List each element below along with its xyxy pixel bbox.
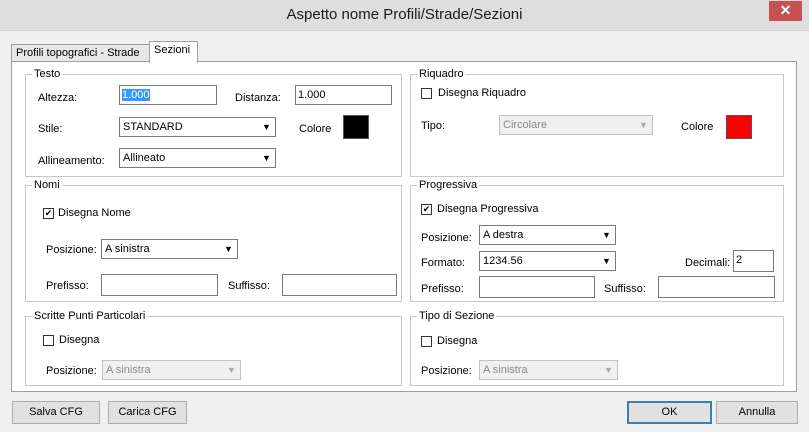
disegna-nome-checkbox[interactable]: ✔: [43, 208, 54, 219]
altezza-field[interactable]: 1.000: [119, 85, 217, 105]
allineamento-select[interactable]: Allineato ▼: [119, 148, 276, 168]
group-scritte-punti: Scritte Punti Particolari Disegna Posizi…: [25, 310, 402, 386]
disegna-progressiva-label: Disegna Progressiva: [437, 203, 539, 215]
tipo-sezione-posizione-label: Posizione:: [421, 365, 472, 377]
disegna-progressiva-checkbox[interactable]: ✔: [421, 204, 432, 215]
progressiva-posizione-label: Posizione:: [421, 232, 472, 244]
riquadro-colore-label: Colore: [681, 121, 714, 133]
nomi-posizione-label: Posizione:: [46, 244, 97, 256]
nomi-suffisso-field[interactable]: [282, 274, 397, 296]
chevron-down-icon[interactable]: ▼: [224, 362, 239, 378]
scritte-posizione-value: A sinistra: [106, 364, 151, 376]
tipo-sezione-disegna-label: Disegna: [437, 335, 478, 347]
group-scritte-legend: Scritte Punti Particolari: [32, 310, 148, 322]
tipo-label: Tipo:: [421, 120, 446, 132]
chevron-down-icon[interactable]: ▼: [259, 150, 274, 166]
disegna-nome-label: Disegna Nome: [58, 207, 131, 219]
formato-label: Formato:: [421, 257, 466, 269]
nomi-posizione-value: A sinistra: [105, 243, 150, 255]
chevron-down-icon[interactable]: ▼: [599, 227, 614, 243]
group-testo-legend: Testo: [32, 68, 63, 80]
chevron-down-icon[interactable]: ▼: [259, 119, 274, 135]
group-testo: Testo Altezza: 1.000 Distanza: 1.000 Sti…: [25, 68, 402, 177]
scritte-posizione-select[interactable]: A sinistra ▼: [102, 360, 241, 380]
disegna-riquadro-label: Disegna Riquadro: [438, 87, 527, 99]
group-progressiva: Progressiva ✔ Disegna Progressiva Posizi…: [410, 179, 784, 302]
progressiva-prefisso-field[interactable]: [479, 276, 595, 298]
tab-sezioni[interactable]: Sezioni: [149, 41, 198, 63]
title-bar: Aspetto nome Profili/Strade/Sezioni ✕: [0, 0, 809, 31]
nomi-prefisso-field[interactable]: [101, 274, 218, 296]
distanza-field[interactable]: 1.000: [295, 85, 392, 105]
formato-select[interactable]: 1234.56 ▼: [479, 251, 616, 271]
allineamento-value: Allineato: [123, 152, 166, 164]
stile-select[interactable]: STANDARD ▼: [119, 117, 276, 137]
chevron-down-icon[interactable]: ▼: [599, 253, 614, 269]
testo-colore-label: Colore: [299, 123, 332, 135]
decimali-label: Decimali:: [685, 257, 731, 269]
group-tipo-sezione: Tipo di Sezione Disegna Posizione: A sin…: [410, 310, 784, 386]
tipo-sezione-posizione-select[interactable]: A sinistra ▼: [479, 360, 618, 380]
carica-cfg-button[interactable]: Carica CFG: [108, 401, 187, 424]
progressiva-posizione-value: A destra: [483, 229, 524, 241]
tipo-value: Circolare: [503, 119, 548, 131]
stile-label: Stile:: [38, 123, 63, 135]
window-title: Aspetto nome Profili/Strade/Sezioni: [286, 6, 523, 23]
formato-value: 1234.56: [483, 255, 523, 267]
scritte-disegna-label: Disegna: [59, 334, 100, 346]
tab-profili-strade[interactable]: Profili topografici - Strade: [11, 44, 152, 62]
check-mark-icon: ✔: [44, 208, 53, 218]
chevron-down-icon[interactable]: ▼: [601, 362, 616, 378]
group-nomi: Nomi ✔ Disegna Nome Posizione: A sinistr…: [25, 179, 402, 302]
progressiva-prefisso-label: Prefisso:: [421, 283, 464, 295]
progressiva-posizione-select[interactable]: A destra ▼: [479, 225, 616, 245]
riquadro-color-swatch[interactable]: [726, 115, 752, 139]
nomi-prefisso-label: Prefisso:: [46, 280, 89, 292]
group-nomi-legend: Nomi: [32, 179, 62, 191]
group-riquadro-legend: Riquadro: [417, 68, 466, 80]
group-progressiva-legend: Progressiva: [417, 179, 480, 191]
distanza-label: Distanza:: [235, 92, 281, 104]
tipo-sezione-disegna-checkbox[interactable]: [421, 336, 432, 347]
tipo-select[interactable]: Circolare ▼: [499, 115, 653, 135]
testo-color-swatch[interactable]: [343, 115, 369, 139]
progressiva-suffisso-field[interactable]: [658, 276, 775, 298]
annulla-button[interactable]: Annulla: [716, 401, 798, 424]
check-mark-icon: ✔: [422, 204, 431, 214]
progressiva-suffisso-label: Suffisso:: [604, 283, 646, 295]
stile-value: STANDARD: [123, 121, 183, 133]
scritte-posizione-label: Posizione:: [46, 365, 97, 377]
group-tipo-sezione-legend: Tipo di Sezione: [417, 310, 497, 322]
nomi-suffisso-label: Suffisso:: [228, 280, 270, 292]
tipo-sezione-posizione-value: A sinistra: [483, 364, 528, 376]
decimali-field[interactable]: 2: [733, 250, 774, 272]
disegna-riquadro-checkbox[interactable]: [421, 88, 432, 99]
nomi-posizione-select[interactable]: A sinistra ▼: [101, 239, 238, 259]
altezza-label: Altezza:: [38, 92, 78, 104]
salva-cfg-button[interactable]: Salva CFG: [12, 401, 100, 424]
group-riquadro: Riquadro Disegna Riquadro Tipo: Circolar…: [410, 68, 784, 177]
chevron-down-icon[interactable]: ▼: [636, 117, 651, 133]
close-icon[interactable]: ✕: [769, 1, 802, 21]
scritte-disegna-checkbox[interactable]: [43, 335, 54, 346]
allineamento-label: Allineamento:: [38, 155, 105, 167]
tab-panel-sezioni: Testo Altezza: 1.000 Distanza: 1.000 Sti…: [11, 61, 797, 392]
ok-button[interactable]: OK: [627, 401, 712, 424]
chevron-down-icon[interactable]: ▼: [221, 241, 236, 257]
